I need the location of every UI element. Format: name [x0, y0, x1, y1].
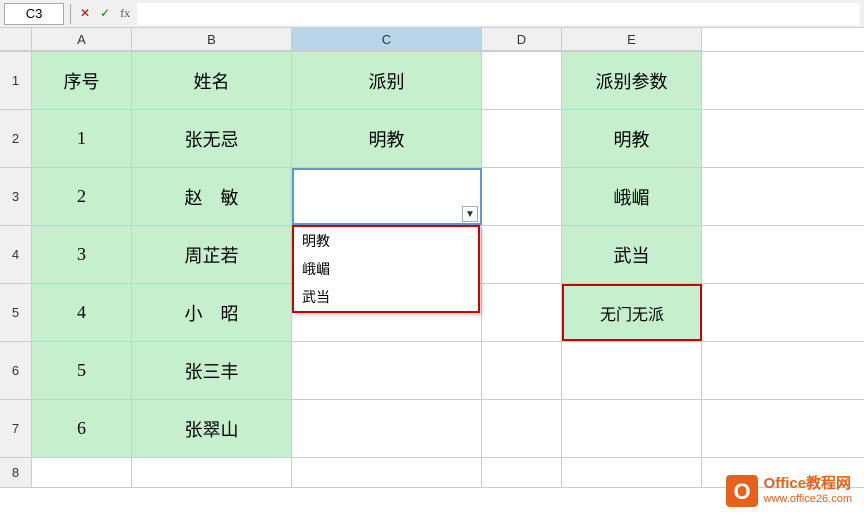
table-row: 1 序号 姓名 派别 派别参数	[0, 52, 864, 110]
cell-c3[interactable]: ▼ 明教 峨嵋 武当	[292, 168, 482, 225]
cell-b5[interactable]: 小 昭	[132, 284, 292, 341]
cell-c7[interactable]	[292, 400, 482, 457]
row-header-corner	[0, 28, 32, 51]
table-row: 7 6 张翠山	[0, 400, 864, 458]
cell-a2[interactable]: 1	[32, 110, 132, 167]
row-number: 6	[0, 342, 32, 399]
cell-d7[interactable]	[482, 400, 562, 457]
cell-b8[interactable]	[132, 458, 292, 487]
cell-e3[interactable]: 峨嵋	[562, 168, 702, 225]
col-header-b[interactable]: B	[132, 28, 292, 51]
formula-bar: C3 ✕ ✓ fx	[0, 0, 864, 28]
brand-url: www.office26.com	[764, 493, 852, 506]
row-number: 2	[0, 110, 32, 167]
cell-d6[interactable]	[482, 342, 562, 399]
row-number: 3	[0, 168, 32, 225]
cell-e6[interactable]	[562, 342, 702, 399]
spreadsheet: A B C D E 1 序号 姓名 派别 派别参数 2	[0, 28, 864, 488]
cell-d5[interactable]	[482, 284, 562, 341]
row-number: 1	[0, 52, 32, 109]
cell-e4[interactable]: 武当	[562, 226, 702, 283]
cell-a8[interactable]	[32, 458, 132, 487]
formula-input[interactable]	[137, 3, 860, 25]
brand-text: Office教程网 www.office26.com	[764, 475, 852, 506]
row-number: 7	[0, 400, 32, 457]
cell-e7[interactable]	[562, 400, 702, 457]
cell-c1[interactable]: 派别	[292, 52, 482, 109]
cell-a3[interactable]: 2	[32, 168, 132, 225]
column-headers: A B C D E	[0, 28, 864, 52]
col-header-a[interactable]: A	[32, 28, 132, 51]
cell-a7[interactable]: 6	[32, 400, 132, 457]
cell-c6[interactable]	[292, 342, 482, 399]
cell-a4[interactable]: 3	[32, 226, 132, 283]
cell-e2[interactable]: 明教	[562, 110, 702, 167]
col-header-e[interactable]: E	[562, 28, 702, 51]
data-rows: 1 序号 姓名 派别 派别参数 2 1 张无忌	[0, 52, 864, 488]
cell-a1[interactable]: 序号	[32, 52, 132, 109]
branding-watermark: O Office教程网 www.office26.com	[726, 475, 852, 507]
cell-b7[interactable]: 张翠山	[132, 400, 292, 457]
cell-e5[interactable]: 无门无派	[562, 284, 702, 341]
dropdown-item-mingjiao[interactable]: 明教	[294, 227, 478, 255]
cell-reference-value: C3	[26, 6, 43, 21]
cell-b2[interactable]: 张无忌	[132, 110, 292, 167]
office-logo-icon: O	[726, 475, 758, 507]
col-header-c[interactable]: C	[292, 28, 482, 51]
cell-d8[interactable]	[482, 458, 562, 487]
row-number: 5	[0, 284, 32, 341]
cell-b3[interactable]: 赵 敏	[132, 168, 292, 225]
formula-bar-divider	[70, 4, 71, 24]
dropdown-item-wudang[interactable]: 武当	[294, 283, 478, 311]
col-header-d[interactable]: D	[482, 28, 562, 51]
row-number: 8	[0, 458, 32, 487]
cell-c8[interactable]	[292, 458, 482, 487]
cell-e1[interactable]: 派别参数	[562, 52, 702, 109]
table-row: 6 5 张三丰	[0, 342, 864, 400]
cell-b4[interactable]: 周芷若	[132, 226, 292, 283]
cell-b1[interactable]: 姓名	[132, 52, 292, 109]
dropdown-arrow-icon[interactable]: ▼	[462, 206, 478, 222]
cell-reference-box[interactable]: C3	[4, 3, 64, 25]
confirm-edit-icon[interactable]: ✓	[97, 6, 113, 21]
cell-d1[interactable]	[482, 52, 562, 109]
table-row: 3 2 赵 敏 ▼ 明教 峨嵋 武当 峨嵋	[0, 168, 864, 226]
cell-a5[interactable]: 4	[32, 284, 132, 341]
cell-d4[interactable]	[482, 226, 562, 283]
function-icon[interactable]: fx	[117, 6, 133, 21]
dropdown-popup: 明教 峨嵋 武当	[292, 225, 480, 313]
svg-text:O: O	[733, 479, 750, 504]
cancel-edit-icon[interactable]: ✕	[77, 6, 93, 21]
row-number: 4	[0, 226, 32, 283]
dropdown-item-emei[interactable]: 峨嵋	[294, 255, 478, 283]
cell-d3[interactable]	[482, 168, 562, 225]
brand-name: Office教程网	[764, 475, 852, 493]
cell-c2[interactable]: 明教	[292, 110, 482, 167]
cell-e8[interactable]	[562, 458, 702, 487]
cell-a6[interactable]: 5	[32, 342, 132, 399]
table-row: 2 1 张无忌 明教 明教	[0, 110, 864, 168]
cell-b6[interactable]: 张三丰	[132, 342, 292, 399]
cell-d2[interactable]	[482, 110, 562, 167]
